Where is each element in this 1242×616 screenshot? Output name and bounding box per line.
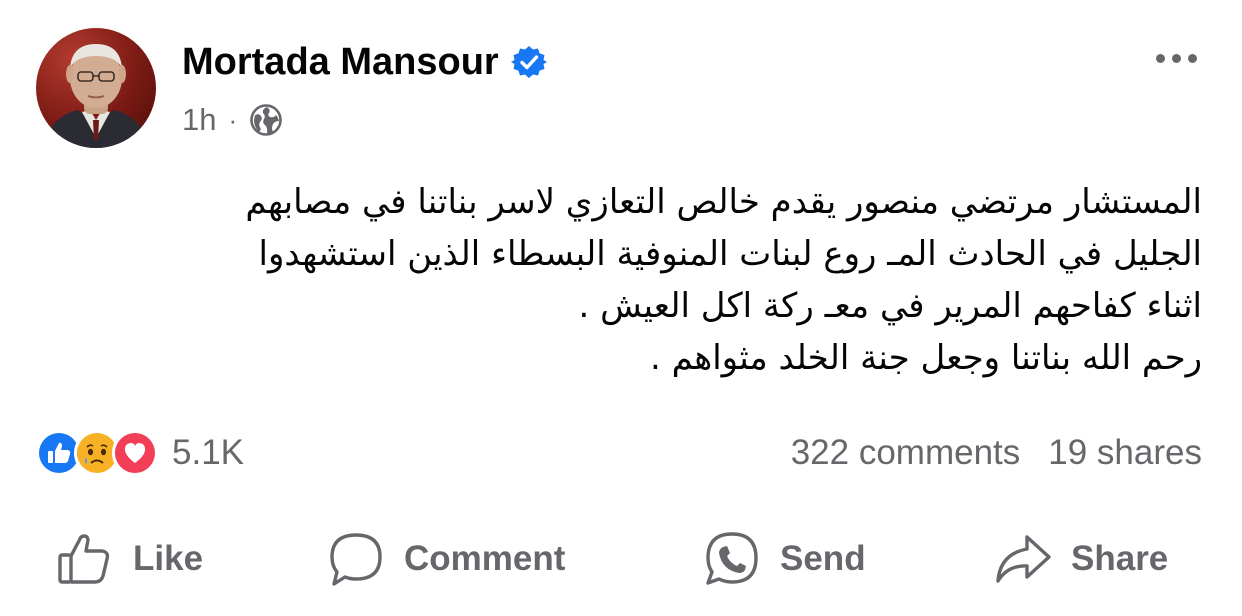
share-label: Share xyxy=(1071,539,1169,578)
more-options-icon[interactable] xyxy=(1146,42,1206,74)
share-button[interactable]: Share xyxy=(993,528,1168,590)
comment-label: Comment xyxy=(404,539,566,578)
whatsapp-icon xyxy=(706,532,758,585)
reaction-count[interactable]: 5.1K xyxy=(172,433,244,473)
shares-count[interactable]: 19 shares xyxy=(1048,433,1202,473)
meta-separator: · xyxy=(228,104,238,135)
thumbs-up-icon xyxy=(58,534,110,584)
comments-count[interactable]: 322 comments xyxy=(791,433,1021,473)
author-avatar[interactable] xyxy=(36,28,156,148)
like-label: Like xyxy=(133,539,204,578)
post-text-line: المستشار مرتضي منصور يقدم خالص التعازي ل… xyxy=(245,182,1202,222)
post-text: المستشار مرتضي منصور يقدم خالص التعازي ل… xyxy=(42,176,1202,384)
post-meta: 1h · xyxy=(182,100,283,140)
more-dot xyxy=(1155,53,1165,63)
share-arrow-icon xyxy=(996,535,1051,583)
post-time[interactable]: 1h xyxy=(182,102,216,138)
post-text-line: الجليل في الحادث المـ روع لبنات المنوفية… xyxy=(258,234,1203,274)
more-dot xyxy=(1187,53,1197,63)
globe-icon[interactable] xyxy=(249,103,283,137)
author-name[interactable]: Mortada Mansour xyxy=(182,38,547,86)
avatar-portrait-image xyxy=(41,44,151,148)
post-text-line: رحم الله بناتنا وجعل جنة الخلد مثواهم . xyxy=(650,338,1202,378)
verified-badge-icon xyxy=(510,44,547,80)
send-button[interactable]: Send xyxy=(702,528,866,590)
comment-button[interactable]: Comment xyxy=(326,528,565,590)
engagement-stats: 322 comments 19 shares xyxy=(791,428,1202,478)
more-dot xyxy=(1171,53,1181,63)
author-name-text[interactable]: Mortada Mansour xyxy=(182,38,499,86)
post-action-bar: Like Comment Send Share xyxy=(0,528,1242,590)
post-text-line: اثناء كفاحهم المرير في معـ ركة اكل العيش… xyxy=(578,286,1203,326)
comment-bubble-icon xyxy=(330,533,382,586)
send-label: Send xyxy=(780,539,866,578)
reactions-summary[interactable]: 5.1K xyxy=(36,428,244,478)
like-button[interactable]: Like xyxy=(55,528,203,590)
love-reaction-icon xyxy=(112,430,158,476)
